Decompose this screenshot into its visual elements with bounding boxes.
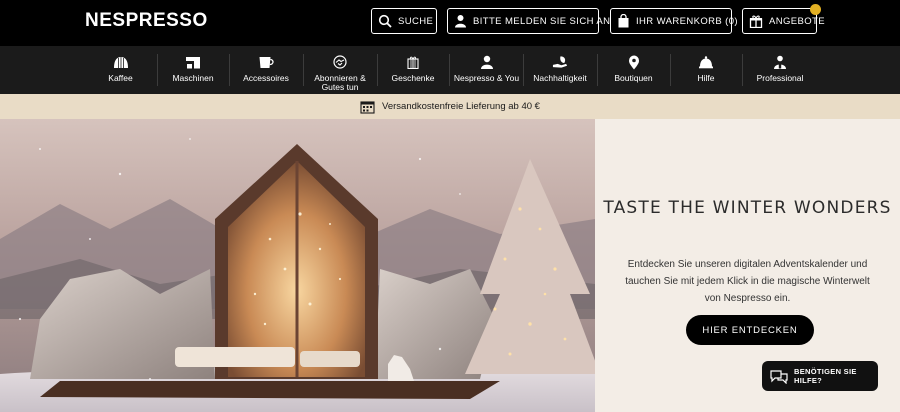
gift-box-icon (405, 55, 421, 69)
nav-label-hilfe: Hilfe (697, 73, 715, 83)
hero-description: Entdecken Sie unseren digitalen Adventsk… (625, 259, 870, 304)
nav-label-boutiquen: Boutiquen (614, 73, 653, 83)
nav-item-geschenke[interactable]: Geschenke (378, 46, 448, 94)
shopping-bag-icon (617, 14, 630, 29)
gift-icon (749, 14, 763, 29)
notification-dot (810, 4, 821, 15)
help-chat-button[interactable]: BENÖTIGEN SIE HILFE? (762, 361, 878, 391)
user-icon (454, 14, 467, 29)
nav-item-nespresso-you[interactable]: Nespresso & You (450, 46, 523, 94)
coffee-capsule-icon (113, 55, 129, 69)
nav-label-professional: Professional (756, 73, 804, 83)
hero-image[interactable] (0, 119, 595, 412)
cup-icon (258, 55, 274, 69)
map-pin-icon (626, 55, 642, 69)
nav-label-maschinen: Maschinen (172, 73, 214, 83)
handshake-icon (332, 55, 348, 69)
nav-item-boutiquen[interactable]: Boutiquen (598, 46, 669, 94)
login-label: BITTE MELDEN SIE SICH AN (473, 15, 611, 27)
search-icon (378, 14, 392, 29)
cart-label: IHR WARENKORB (0) (636, 15, 738, 27)
cart-button[interactable]: IHR WARENKORB (0) (610, 8, 738, 34)
nav-label-geschenke: Geschenke (391, 73, 435, 83)
chat-bubble-icon (769, 369, 789, 384)
offers-label: ANGEBOTE (769, 15, 825, 27)
main-navigation: Kaffee Maschinen Accessoires Abonnieren … (0, 46, 900, 94)
hero-title: TASTE THE WINTER WONDERS (603, 198, 892, 218)
nav-label-nespresso-you: Nespresso & You (453, 73, 520, 83)
nav-item-abonnieren[interactable]: Abonnieren & Gutes tun (304, 46, 376, 94)
login-button[interactable]: BITTE MELDEN SIE SICH AN (447, 8, 610, 34)
nav-item-professional[interactable]: Professional (743, 46, 817, 94)
nav-item-nachhaltigkeit[interactable]: Nachhaltigkeit (524, 46, 596, 94)
search-button[interactable]: SUCHE (371, 8, 437, 34)
nav-item-hilfe[interactable]: Hilfe (671, 46, 741, 94)
bell-icon (698, 55, 714, 69)
top-bar: NESPRESSO SUCHE BITTE MELDEN SIE SICH AN… (0, 0, 900, 46)
help-label: BENÖTIGEN SIE HILFE? (794, 367, 857, 385)
nav-item-accessoires[interactable]: Accessoires (230, 46, 302, 94)
discover-button[interactable]: HIER ENTDECKEN (686, 315, 814, 345)
nav-item-kaffee[interactable]: Kaffee (84, 46, 157, 94)
nav-label-accessoires: Accessoires (243, 73, 289, 83)
free-shipping-banner[interactable]: Versandkostenfreie Lieferung ab 40 € (0, 94, 900, 119)
banner-text: Versandkostenfreie Lieferung ab 40 € (382, 101, 540, 112)
search-label: SUCHE (398, 15, 434, 27)
nav-item-maschinen[interactable]: Maschinen (158, 46, 228, 94)
coffee-machine-icon (185, 55, 201, 69)
nav-label-kaffee: Kaffee (108, 73, 133, 83)
delivery-calendar-icon (360, 100, 375, 114)
nespresso-logo[interactable]: NESPRESSO (85, 10, 208, 32)
offers-button[interactable]: ANGEBOTE (742, 8, 825, 34)
person-icon (479, 55, 495, 69)
leaf-hand-icon (552, 55, 568, 69)
professional-icon (772, 55, 788, 69)
nav-label-nachhaltigkeit: Nachhaltigkeit (533, 73, 587, 83)
nav-label-abonnieren: Abonnieren & Gutes tun (314, 73, 366, 92)
